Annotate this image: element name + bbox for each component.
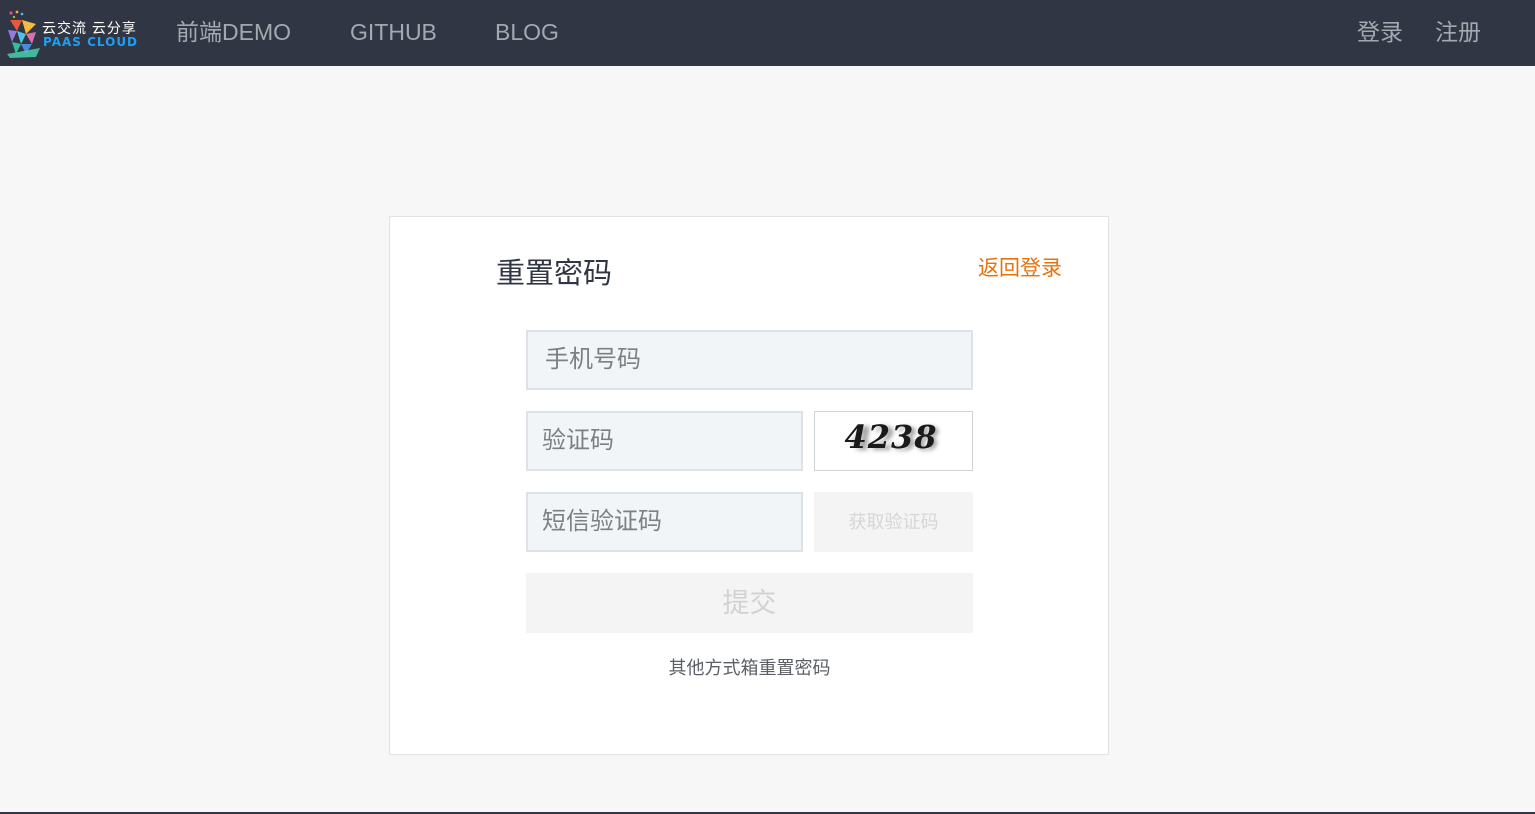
nav-login-link[interactable]: 登录 [1357,0,1403,66]
submit-button[interactable]: 提交 [526,573,973,633]
nav-link-blog[interactable]: BLOG [495,0,559,66]
nav-register-link[interactable]: 注册 [1435,0,1481,66]
captcha-text: 4238 [844,418,937,456]
captcha-input[interactable] [526,411,803,471]
top-navbar: 云交流 云分享 PAAS CLOUD 前端DEMO GITHUB BLOG 登录… [0,0,1535,66]
captcha-image-graphic: 4238 4238 [844,418,939,458]
logo-mark-icon [7,10,40,58]
sms-code-input[interactable] [526,492,803,552]
captcha-image[interactable]: 4238 4238 [814,411,973,471]
nav-link-frontend-demo[interactable]: 前端DEMO [176,0,291,66]
back-to-login-link[interactable]: 返回登录 [978,252,1062,282]
other-reset-method-link[interactable]: 其他方式箱重置密码 [526,654,973,680]
site-logo[interactable]: 云交流 云分享 PAAS CLOUD [6,10,151,58]
phone-input[interactable] [526,330,973,390]
get-sms-code-button[interactable]: 获取验证码 [814,492,973,552]
nav-link-github[interactable]: GITHUB [350,0,437,66]
logo-wordmark: PAAS CLOUD [43,35,139,49]
page-title: 重置密码 [496,258,613,290]
reset-password-card: 重置密码 返回登录 4238 4238 获取验证码 提交 其他方式箱重置密码 [389,216,1109,755]
